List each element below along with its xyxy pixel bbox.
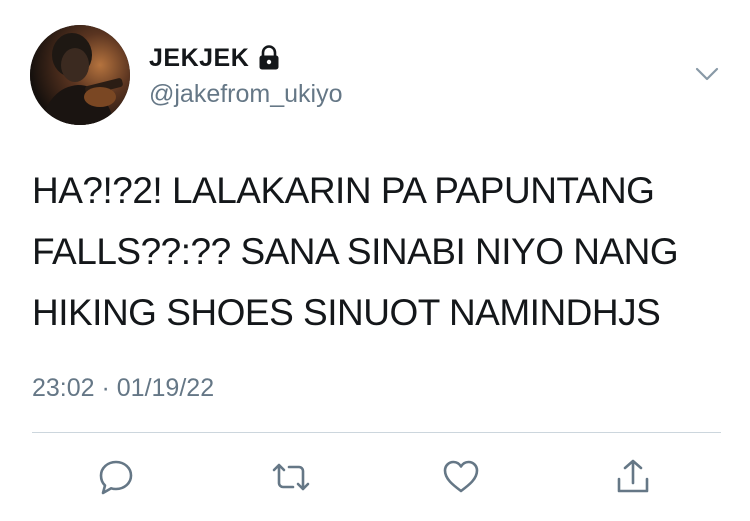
reply-icon bbox=[99, 460, 133, 495]
tweet-text-line: HA?!?2! LALAKARIN PA PAPUNTANG bbox=[32, 170, 655, 211]
tweet-timestamp[interactable]: 23:02 · 01/19/22 bbox=[32, 374, 214, 403]
reply-button[interactable] bbox=[95, 456, 137, 498]
chevron-down-icon[interactable] bbox=[692, 62, 722, 86]
tweet-text: HA?!?2! LALAKARIN PA PAPUNTANG FALLS??:?… bbox=[32, 160, 732, 343]
divider bbox=[32, 432, 721, 433]
like-button[interactable] bbox=[440, 456, 482, 498]
share-button[interactable] bbox=[612, 456, 654, 498]
tweet-text-line: HIKING SHOES SINUOT NAMINDHJS bbox=[32, 292, 661, 333]
retweet-button[interactable] bbox=[270, 456, 312, 498]
user-handle[interactable]: @jakefrom_ukiyo bbox=[149, 80, 343, 109]
lock-icon bbox=[257, 45, 281, 71]
heart-icon bbox=[443, 460, 479, 493]
tweet-card: JEKJEK @jakefrom_ukiyo HA?!?2! LALAKARIN… bbox=[0, 0, 750, 521]
share-icon bbox=[617, 459, 649, 493]
display-name-row: JEKJEK bbox=[149, 42, 281, 74]
retweet-icon bbox=[272, 463, 310, 491]
tweet-actions bbox=[0, 452, 750, 500]
profile-photo-icon bbox=[30, 25, 130, 125]
avatar[interactable] bbox=[30, 25, 130, 125]
tweet-text-line: FALLS??:?? SANA SINABI NIYO NANG bbox=[32, 231, 679, 272]
display-name[interactable]: JEKJEK bbox=[149, 44, 249, 73]
